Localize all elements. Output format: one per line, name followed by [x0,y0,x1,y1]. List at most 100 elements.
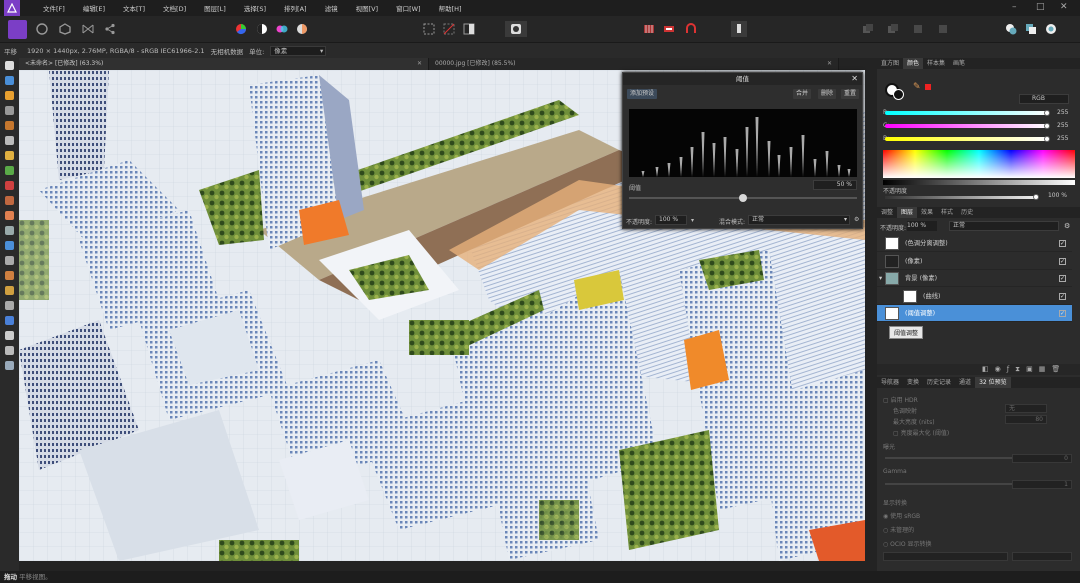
menu-item[interactable]: 文档[D] [154,3,195,13]
blend-mode-select[interactable]: 正常 ▾ [748,215,850,225]
tab-layers[interactable]: 图层 [897,207,918,218]
tool-20-icon[interactable] [0,358,19,373]
radio-unmanaged[interactable]: ○ 未管理的 [883,525,914,534]
liquify-persona-icon[interactable] [34,21,50,37]
tab-untitled[interactable]: <未命名> [已修改] (63.3%) ✕ [19,58,429,70]
menu-item[interactable]: 选择[S] [235,3,275,13]
menu-item[interactable]: 文件[F] [34,3,74,13]
dialog-opacity-chevron-icon[interactable]: ▾ [691,217,694,224]
assistant-icon[interactable] [641,21,657,37]
menu-item[interactable]: 图层[L] [195,3,235,13]
ungroup-icon[interactable] [935,21,951,37]
tool-12-icon[interactable] [0,238,19,253]
blue-value[interactable]: 255 [1057,135,1068,142]
green-value[interactable]: 255 [1057,122,1068,129]
red-slider[interactable] [885,111,1047,115]
deselect-icon[interactable] [441,21,457,37]
develop-persona-icon[interactable] [57,21,73,37]
tab-adjustments[interactable]: 调整 [877,207,897,218]
maximize-icon[interactable]: □ [1036,2,1045,12]
tab-history[interactable]: 历史 [957,207,977,218]
menu-item[interactable]: 编辑[E] [74,3,114,13]
close-tab-icon[interactable]: ✕ [827,58,832,70]
tool-4-icon[interactable] [0,118,19,133]
group-icon[interactable] [910,21,926,37]
snapping-icon[interactable] [661,21,677,37]
green-slider[interactable] [885,124,1047,128]
layer-visibility-checkbox[interactable]: ✓ [1059,240,1066,247]
spectrum-gray-bar[interactable] [883,180,1075,185]
menu-item[interactable]: 帮助[H] [430,3,471,13]
layer-settings-gear-icon[interactable]: ⚙ [1064,222,1070,230]
marquee-select-icon[interactable] [421,21,437,37]
layer-opacity-field[interactable]: 100 % [907,221,937,231]
tool-15-icon[interactable] [0,283,19,298]
tool-8-icon[interactable] [0,178,19,193]
tonemap-select[interactable]: 无 [1005,404,1047,413]
tool-9-icon[interactable] [0,193,19,208]
layer-action-icons[interactable]: ◧◉ƒ⧗▣▦🗑 [877,364,1080,375]
ocio-select-2[interactable] [1012,552,1072,561]
export-persona-icon[interactable] [102,21,118,37]
eyedropper-icon[interactable]: ✎ [913,82,921,92]
reset-button[interactable]: 重置 [841,89,860,99]
vertical-scrollbar[interactable] [865,70,877,561]
blue-slider-handle[interactable] [1044,136,1050,142]
menu-item[interactable]: 滤镜 [316,3,347,13]
tab-channels[interactable]: 通道 [955,377,975,388]
layer-visibility-checkbox[interactable]: ✓ [1059,275,1066,282]
blue-slider[interactable] [885,137,1047,141]
maximize-brightness-label[interactable]: ▢ 亮度最大化 (阈值) [893,428,949,437]
invert-selection-icon[interactable] [461,21,477,37]
menu-item[interactable]: 文本[T] [114,3,154,13]
menu-item[interactable]: 窗口[W] [387,3,430,13]
adjustment-layer-icon[interactable] [1023,21,1039,37]
mask-layer-icon[interactable] [1003,21,1019,37]
tab-styles[interactable]: 样式 [937,207,957,218]
close-dialog-icon[interactable]: ✕ [851,73,858,85]
exposure-field[interactable]: 0 [1012,454,1072,463]
merge-button[interactable]: 合并 [793,89,812,99]
close-window-icon[interactable]: ✕ [1060,2,1068,12]
minimize-icon[interactable]: – [1012,2,1017,12]
gamma-field[interactable]: 1 [1012,480,1072,489]
layer-visibility-checkbox[interactable]: ✓ [1059,292,1066,300]
quick-mask-button[interactable] [505,21,527,37]
tab-transform[interactable]: 变换 [903,377,923,388]
close-tab-icon[interactable]: ✕ [417,58,422,70]
layer-row[interactable]: (色调分离调整) ✓ [877,235,1072,252]
hdr-checkbox-label[interactable]: ▢ 启用 HDR [883,395,918,404]
tool-17-icon[interactable] [0,313,19,328]
tool-6-icon[interactable] [0,148,19,163]
tab-navigator[interactable]: 导航器 [877,377,903,388]
tab-histogram[interactable]: 直方图 [877,58,903,69]
ocio-select-1[interactable] [883,552,1008,561]
tab-effects[interactable]: 效果 [917,207,937,218]
white-balance-icon[interactable] [294,21,310,37]
tool-11-icon[interactable] [0,223,19,238]
layer-visibility-checkbox[interactable]: ✓ [1059,257,1066,265]
tool-3-icon[interactable] [0,103,19,118]
photo-persona-icon[interactable] [8,20,27,39]
tool-10-icon[interactable] [0,208,19,223]
tool-0-icon[interactable] [0,58,19,73]
no-color-icon[interactable] [925,84,931,90]
layer-row[interactable]: (阈值调整) ✓ [877,305,1072,322]
app-logo-icon[interactable] [4,0,20,16]
layer-blend-select[interactable]: 正常 [949,221,1059,231]
red-value[interactable]: 255 [1057,109,1068,116]
tool-2-icon[interactable] [0,88,19,103]
tool-19-icon[interactable] [0,343,19,358]
arrange-front-icon[interactable] [885,21,901,37]
tab-00000-jpg[interactable]: 00000.jpg [已修改] (85.5%) ✕ [429,58,839,70]
tool-1-icon[interactable] [0,73,19,88]
color-opacity-slider[interactable] [885,196,1035,199]
max-nits-field[interactable]: 80 [1005,415,1047,424]
menu-item[interactable]: 视图[V] [347,3,388,13]
add-preset-button[interactable]: 添加预设 [627,89,658,99]
threshold-slider-handle[interactable] [739,194,747,202]
tool-13-icon[interactable] [0,253,19,268]
arrange-back-icon[interactable] [860,21,876,37]
tool-7-icon[interactable] [0,163,19,178]
layer-visibility-checkbox[interactable]: ✓ [1059,310,1066,317]
